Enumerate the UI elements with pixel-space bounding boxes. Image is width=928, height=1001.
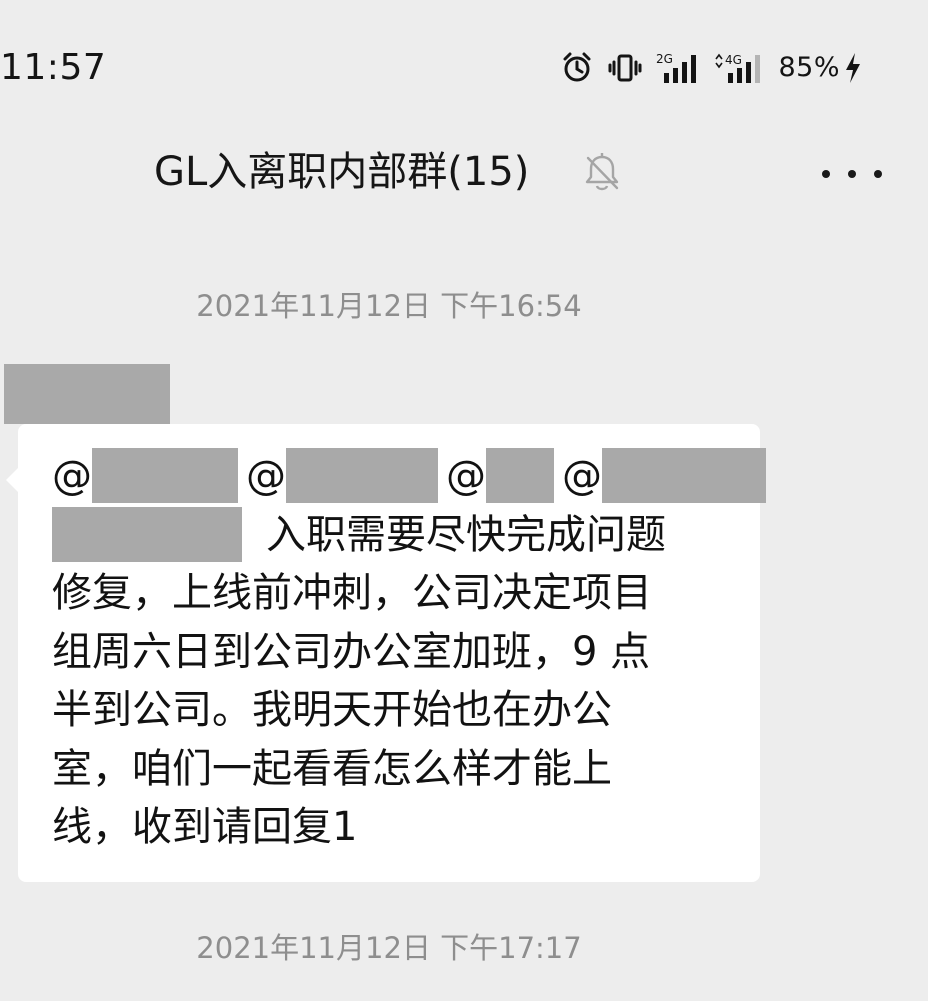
sender-name-redacted — [4, 364, 170, 424]
redacted-mention — [286, 448, 438, 503]
message-text: @ @ @ @ 入职需要尽快完成问题 修复，上线前冲刺，公司决定项目 组周六日到公司办… — [52, 447, 766, 857]
status-time: 11:57 — [0, 47, 107, 88]
message-line-text: 入职需要尽快完成问题 — [266, 511, 666, 558]
status-icons: 2G 4G 85% — [560, 48, 862, 88]
mention-symbol: @ — [52, 453, 92, 499]
message-line: 线，收到请回复1 — [52, 804, 358, 850]
message-line: 入职需要尽快完成问题 — [52, 506, 742, 565]
message-line: 室，咱们一起看看怎么样才能上 — [52, 745, 612, 792]
battery-percentage: 85% — [778, 52, 840, 83]
signal-4g-icon: 4G — [715, 53, 761, 83]
message-line: 半到公司。我明天开始也在办公 — [52, 687, 612, 733]
message-line: 修复，上线前冲刺，公司决定项目 — [52, 570, 652, 616]
mute-bell-icon — [585, 153, 619, 191]
battery-charging-icon — [846, 53, 860, 83]
mention-symbol: @ — [562, 453, 602, 499]
network-label-2g: 2G — [656, 52, 673, 66]
vibrate-icon — [608, 54, 642, 82]
mention-symbol: @ — [446, 453, 486, 499]
message-line: 组周六日到公司办公室加班，9 点 — [52, 628, 651, 675]
signal-2g-icon: 2G — [656, 52, 697, 83]
bubble-tail — [6, 466, 20, 494]
redacted-mention — [52, 506, 242, 562]
more-button[interactable] — [822, 158, 882, 190]
message-timestamp: 2021年11月12日 下午16:54 — [196, 289, 582, 323]
mention-symbol: @ — [246, 453, 286, 499]
network-label-4g: 4G — [725, 53, 742, 67]
more-icon — [822, 170, 830, 178]
chat-title: GL入离职内部群(15) — [154, 149, 530, 195]
message-timestamp: 2021年11月12日 下午17:17 — [196, 931, 582, 965]
message-line: @ @ @ @ — [52, 447, 766, 506]
redacted-mention — [602, 448, 766, 503]
redacted-mention — [92, 448, 238, 503]
alarm-icon — [563, 52, 591, 82]
redacted-mention — [486, 448, 554, 503]
